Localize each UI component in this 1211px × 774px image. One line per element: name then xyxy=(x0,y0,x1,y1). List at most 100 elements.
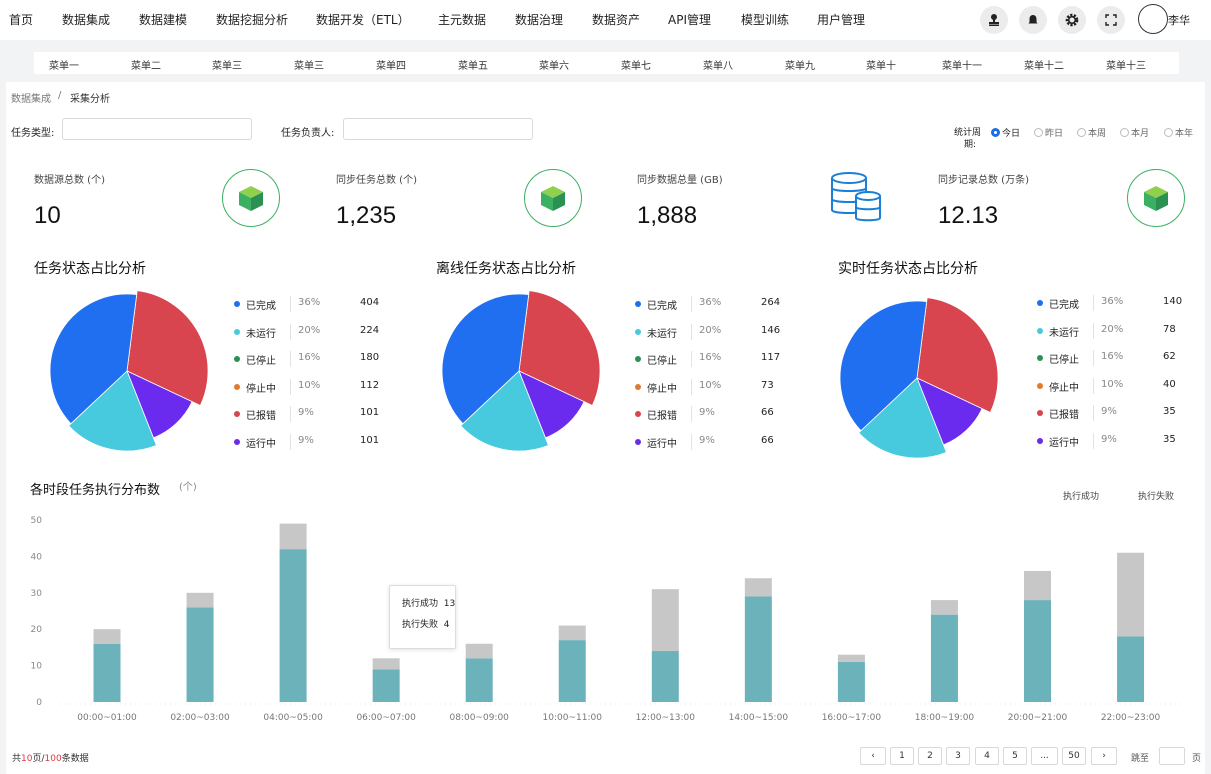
legend-item[interactable]: 运行中 9% 35 xyxy=(1037,433,1187,449)
legend-item[interactable]: 已完成 36% 404 xyxy=(234,296,384,312)
legend-item[interactable]: 已停止 16% 117 xyxy=(635,351,785,368)
bar-failure[interactable] xyxy=(186,592,214,608)
sub-menu-item[interactable]: 菜单八 xyxy=(703,57,733,72)
pagination-page-button[interactable]: 50 xyxy=(1062,747,1086,765)
y-axis-tick-label: 50 xyxy=(31,516,43,526)
legend-item[interactable]: 已报错 9% 35 xyxy=(1037,405,1187,422)
pagination-page-button[interactable]: 1 xyxy=(890,747,914,765)
legend-item[interactable]: 已完成 36% 264 xyxy=(635,296,785,312)
bar-failure[interactable] xyxy=(651,589,679,652)
period-option-month[interactable]: 本月 xyxy=(1120,126,1149,139)
stamp-button[interactable] xyxy=(980,6,1008,34)
bar-failure[interactable] xyxy=(93,629,121,644)
bar-failure[interactable] xyxy=(465,643,493,659)
nav-item-data-assets[interactable]: 数据资产 xyxy=(592,11,640,28)
sub-menu-item[interactable]: 菜单七 xyxy=(621,57,651,72)
pagination-page-button[interactable]: 3 xyxy=(946,747,970,765)
legend-item[interactable]: 已报错 9% 101 xyxy=(234,406,384,423)
sub-menu-item[interactable]: 菜单十二 xyxy=(1024,57,1064,72)
bar-success[interactable] xyxy=(930,614,958,702)
nav-item-api-management[interactable]: API管理 xyxy=(668,11,711,28)
pagination-prev-button[interactable]: ‹ xyxy=(860,747,886,765)
sub-menu-item[interactable]: 菜单四 xyxy=(376,57,406,72)
legend-item[interactable]: 运行中 9% 66 xyxy=(635,434,785,450)
legend-item[interactable]: 未运行 20% 78 xyxy=(1037,322,1187,339)
fullscreen-button[interactable] xyxy=(1097,6,1125,34)
sub-menu-item[interactable]: 菜单二 xyxy=(131,57,161,72)
nav-item-home[interactable]: 首页 xyxy=(9,11,33,28)
bar-success[interactable] xyxy=(372,669,400,702)
sub-menu-item[interactable]: 菜单三 xyxy=(294,57,324,72)
pagination-jump-input[interactable] xyxy=(1159,747,1185,765)
legend-value: 101 xyxy=(360,407,380,419)
legend-item[interactable]: 停止中 10% 73 xyxy=(635,378,785,395)
nav-item-master-data[interactable]: 主元数据 xyxy=(438,11,486,28)
sub-menu-item[interactable]: 菜单十一 xyxy=(942,57,982,72)
nav-item-data-etl[interactable]: 数据开发（ETL） xyxy=(316,11,410,28)
sub-menu-item[interactable]: 菜单六 xyxy=(539,57,569,72)
task-owner-input[interactable] xyxy=(343,118,533,140)
sub-menu-item[interactable]: 菜单一 xyxy=(49,57,79,72)
bar-failure[interactable] xyxy=(1117,552,1145,637)
legend-percent: 36% xyxy=(1101,296,1124,307)
nav-item-model-training[interactable]: 模型训练 xyxy=(741,11,789,28)
bar-success[interactable] xyxy=(186,607,214,702)
bar-failure[interactable] xyxy=(279,523,307,550)
settings-button[interactable] xyxy=(1058,6,1086,34)
period-option-year[interactable]: 本年 xyxy=(1164,126,1193,139)
legend-item[interactable]: 未运行 20% 224 xyxy=(234,323,384,340)
user-name[interactable]: 李华 xyxy=(1168,12,1190,28)
pagination-ellipsis[interactable]: ... xyxy=(1031,747,1058,765)
legend-item[interactable]: 未运行 20% 146 xyxy=(635,323,785,340)
bar-failure[interactable] xyxy=(930,600,958,615)
legend-item[interactable]: 运行中 9% 101 xyxy=(234,434,384,450)
legend-item[interactable]: 停止中 10% 40 xyxy=(1037,377,1187,394)
pagination-page-button[interactable]: 5 xyxy=(1003,747,1027,765)
sub-menu-item[interactable]: 菜单十 xyxy=(866,57,896,72)
sub-menu-item[interactable]: 菜单五 xyxy=(458,57,488,72)
breadcrumb-parent[interactable]: 数据集成 xyxy=(11,90,51,105)
bar-success[interactable] xyxy=(465,658,493,702)
bar-success[interactable] xyxy=(1024,600,1051,702)
legend-divider xyxy=(691,434,692,450)
user-avatar[interactable] xyxy=(1138,4,1168,34)
bar-success[interactable] xyxy=(651,651,679,702)
period-option-today[interactable]: 今日 xyxy=(991,126,1020,139)
bar-failure[interactable] xyxy=(744,578,772,597)
nav-item-data-governance[interactable]: 数据治理 xyxy=(515,11,563,28)
bar-failure[interactable] xyxy=(372,658,400,670)
bar-failure[interactable] xyxy=(837,654,865,662)
legend-item[interactable]: 已停止 16% 62 xyxy=(1037,350,1187,367)
task-type-input[interactable] xyxy=(62,118,252,140)
legend-label: 未运行 xyxy=(647,328,677,340)
period-option-yesterday[interactable]: 昨日 xyxy=(1034,126,1063,139)
pagination-page-button[interactable]: 2 xyxy=(918,747,942,765)
legend-item[interactable]: 已报错 9% 66 xyxy=(635,406,785,423)
sub-menu-item[interactable]: 菜单九 xyxy=(785,57,815,72)
nav-item-data-modeling[interactable]: 数据建模 xyxy=(139,11,187,28)
sub-menu-item[interactable]: 菜单十三 xyxy=(1106,57,1146,72)
pagination-page-button[interactable]: 4 xyxy=(975,747,999,765)
sub-menu-item[interactable]: 菜单三 xyxy=(212,57,242,72)
bar-success[interactable] xyxy=(837,661,865,702)
bar-success[interactable] xyxy=(279,549,307,702)
bar-success[interactable] xyxy=(1117,636,1145,702)
nav-item-data-mining[interactable]: 数据挖掘分析 xyxy=(216,11,288,28)
legend-item[interactable]: 已停止 16% 180 xyxy=(234,351,384,368)
legend-item[interactable]: 停止中 10% 112 xyxy=(234,378,384,395)
legend-value: 62 xyxy=(1163,351,1176,363)
notification-button[interactable] xyxy=(1019,6,1047,34)
bar-success[interactable] xyxy=(744,596,772,702)
nav-item-user-management[interactable]: 用户管理 xyxy=(817,11,865,28)
stat-label-data-sources: 数据源总数 (个) xyxy=(34,175,105,186)
nav-item-data-integration[interactable]: 数据集成 xyxy=(62,11,110,28)
bar-failure[interactable] xyxy=(1024,570,1051,601)
bar-success[interactable] xyxy=(558,640,586,702)
bar-failure[interactable] xyxy=(558,625,586,641)
period-option-week[interactable]: 本周 xyxy=(1077,126,1106,139)
bar-success[interactable] xyxy=(93,643,121,702)
pagination-next-button[interactable]: › xyxy=(1091,747,1117,765)
legend-item[interactable]: 已完成 36% 140 xyxy=(1037,295,1187,311)
legend-percent: 16% xyxy=(1101,351,1124,363)
legend-dot-icon xyxy=(1037,410,1043,417)
